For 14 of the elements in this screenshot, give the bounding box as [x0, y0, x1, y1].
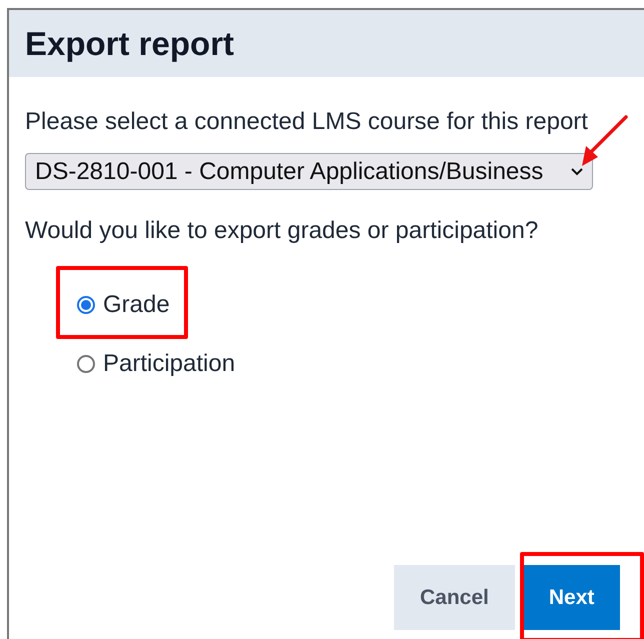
- radio-label: Participation: [103, 349, 236, 379]
- course-select-value: DS-2810-001 - Computer Applications/Business: [35, 156, 544, 186]
- radio-button[interactable]: [77, 355, 95, 373]
- next-button[interactable]: Next: [522, 565, 620, 630]
- course-select[interactable]: DS-2810-001 - Computer Applications/Business: [25, 153, 593, 190]
- export-prompt: Would you like to export grades or participation?: [25, 216, 540, 246]
- chevron-down-icon: [571, 168, 583, 176]
- cancel-button[interactable]: Cancel: [394, 565, 515, 630]
- radio-label: Grade: [103, 290, 170, 320]
- radio-button[interactable]: [77, 296, 95, 314]
- radio-option[interactable]: Grade: [77, 290, 644, 320]
- radio-option[interactable]: Participation: [77, 349, 644, 379]
- course-prompt: Please select a connected LMS course for this report: [25, 107, 589, 137]
- dialog-title: Export report: [25, 24, 234, 64]
